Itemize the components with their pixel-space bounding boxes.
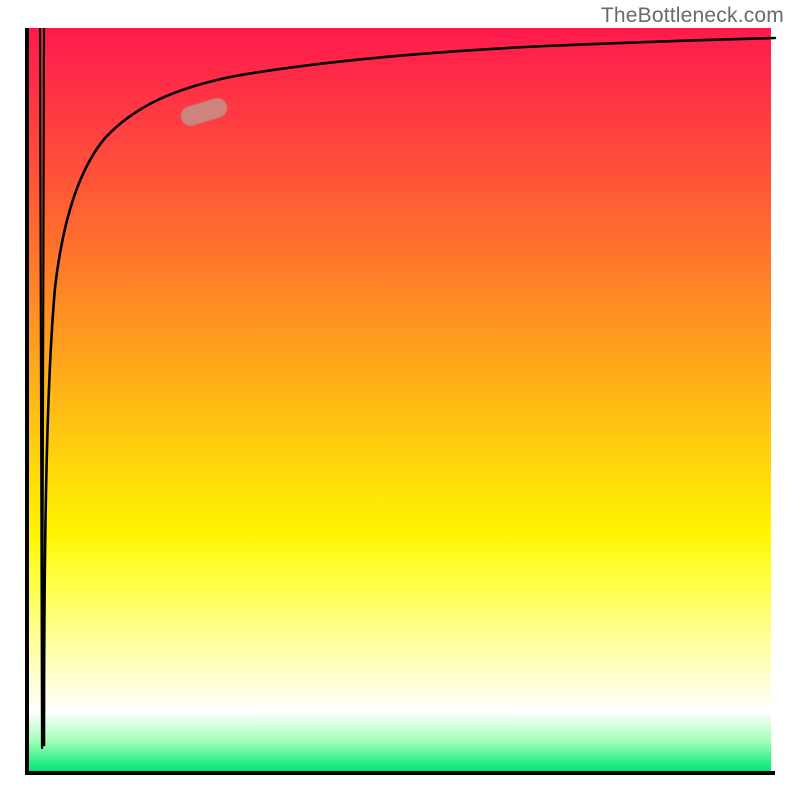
watermark-text: TheBottleneck.com [601, 4, 784, 28]
x-axis-line [25, 771, 775, 775]
chart-plot-area [25, 28, 775, 775]
chart-curve-layer [25, 28, 775, 775]
chart-log-curve [44, 38, 775, 745]
y-axis-line [25, 28, 29, 775]
